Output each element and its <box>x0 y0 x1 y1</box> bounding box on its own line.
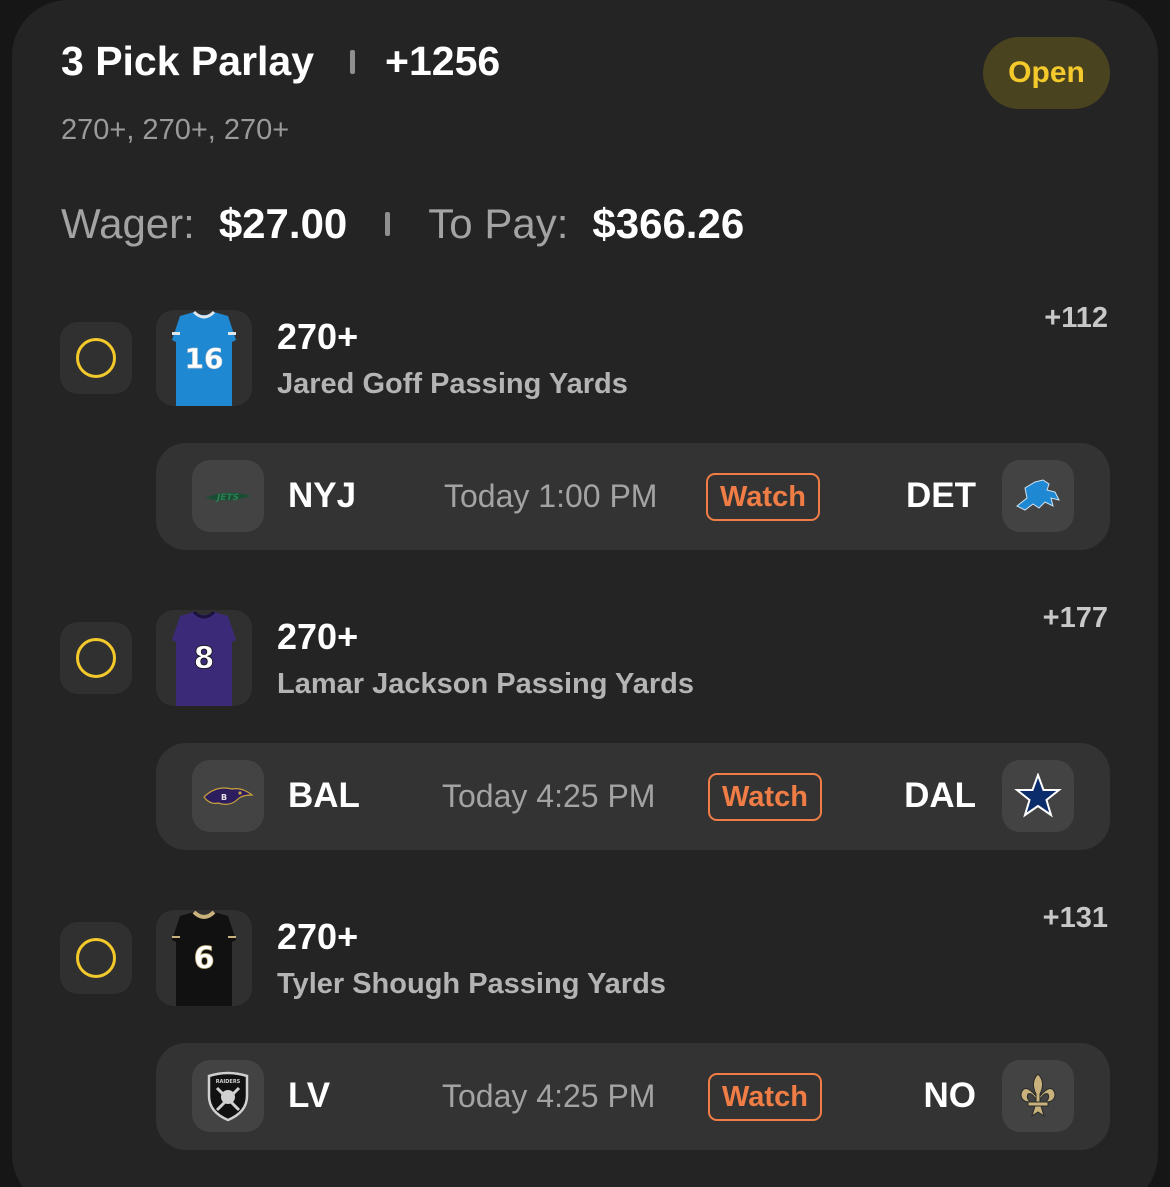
jets-logo-icon: JETS <box>192 460 264 532</box>
jersey-icon: 16 <box>172 310 236 406</box>
cowboys-star-icon <box>1002 760 1074 832</box>
watch-button[interactable]: Watch <box>708 1073 822 1121</box>
game-time: Today 4:25 PM <box>442 778 656 814</box>
watch-button[interactable]: Watch <box>708 773 822 821</box>
game-bar: RAIDERS LV Today 4:25 PM Watch NO <box>156 1043 1110 1150</box>
away-team: LV <box>288 1076 331 1115</box>
leg-line: 270+ <box>277 916 359 957</box>
wager-value: $27.00 <box>218 200 348 247</box>
pending-circle-icon <box>76 938 116 978</box>
pending-circle-icon <box>76 338 116 378</box>
raiders-shield-icon: RAIDERS <box>192 1060 264 1132</box>
title-row: 3 Pick Parlay +1256 <box>61 38 500 85</box>
away-team: BAL <box>288 776 360 815</box>
svg-text:B: B <box>221 793 227 802</box>
leg-odds: +177 <box>1042 602 1108 634</box>
leg-status-indicator <box>60 922 132 994</box>
parlay-title: 3 Pick Parlay <box>61 38 315 84</box>
svg-text:8: 8 <box>194 641 215 676</box>
home-team: DET <box>906 476 976 515</box>
player-jersey: 16 <box>156 310 252 406</box>
status-badge: Open <box>983 37 1110 109</box>
parlay-leg[interactable]: 8 270+ Lamar Jackson Passing Yards +177 … <box>0 602 1170 850</box>
lions-logo-icon <box>1002 460 1074 532</box>
watch-button[interactable]: Watch <box>706 473 820 521</box>
svg-text:6: 6 <box>194 941 215 976</box>
leg-line: 270+ <box>277 616 359 657</box>
parlay-subtitle: 270+, 270+, 270+ <box>61 114 290 146</box>
payout-label: To Pay: <box>428 200 569 247</box>
player-jersey: 6 <box>156 910 252 1006</box>
home-team: NO <box>923 1076 977 1115</box>
parlay-leg[interactable]: 16 270+ Jared Goff Passing Yards +112 JE… <box>0 302 1170 550</box>
parlay-leg[interactable]: 6 270+ Tyler Shough Passing Yards +131 R… <box>0 902 1170 1150</box>
leg-market: Jared Goff Passing Yards <box>277 368 628 400</box>
leg-status-indicator <box>60 322 132 394</box>
ravens-logo-icon: B <box>192 760 264 832</box>
payout-value: $366.26 <box>592 200 745 247</box>
pending-circle-icon <box>76 638 116 678</box>
leg-odds: +131 <box>1042 902 1108 934</box>
jersey-icon: 6 <box>172 910 236 1006</box>
game-bar: JETS NYJ Today 1:00 PM Watch DET <box>156 443 1110 550</box>
game-time: Today 1:00 PM <box>444 478 658 514</box>
wager-row: Wager: $27.00 To Pay: $366.26 <box>61 200 744 248</box>
jersey-icon: 8 <box>172 610 236 706</box>
away-team: NYJ <box>288 476 357 515</box>
home-team: DAL <box>904 776 976 815</box>
game-bar: B BAL Today 4:25 PM Watch DAL <box>156 743 1110 850</box>
svg-text:JETS: JETS <box>215 493 239 503</box>
leg-line: 270+ <box>277 316 359 357</box>
parlay-odds: +1256 <box>385 38 501 84</box>
wager-label: Wager: <box>61 200 195 247</box>
leg-market: Tyler Shough Passing Yards <box>277 968 666 1000</box>
leg-odds: +112 <box>1044 302 1108 334</box>
fleur-de-lis-icon <box>1002 1060 1074 1132</box>
wager-divider <box>385 212 391 236</box>
leg-market: Lamar Jackson Passing Yards <box>277 668 694 700</box>
svg-text:16: 16 <box>185 342 224 375</box>
player-jersey: 8 <box>156 610 252 706</box>
leg-status-indicator <box>60 622 132 694</box>
title-divider <box>350 49 356 74</box>
svg-text:RAIDERS: RAIDERS <box>216 1079 241 1085</box>
game-time: Today 4:25 PM <box>442 1078 656 1114</box>
